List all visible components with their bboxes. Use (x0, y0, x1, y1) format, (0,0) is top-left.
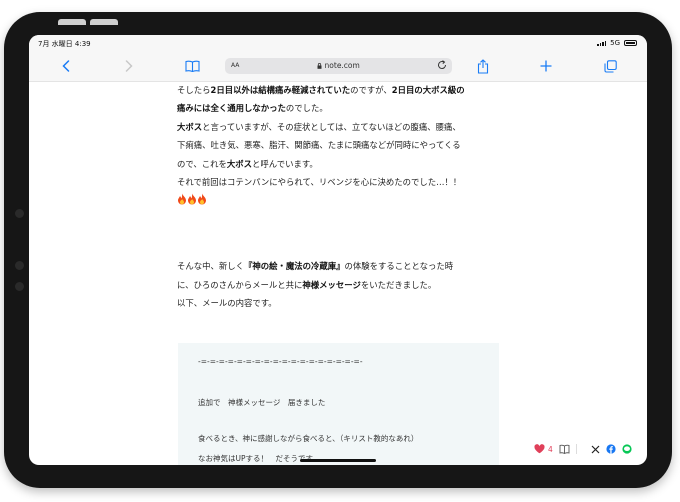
facebook-icon[interactable] (606, 444, 616, 454)
share-row: 4 (534, 444, 632, 454)
home-indicator[interactable] (300, 459, 376, 462)
volume-button (58, 19, 86, 25)
text-run: と呼んでいます。 (252, 158, 318, 169)
book-icon (184, 60, 200, 72)
tabs-icon (603, 59, 617, 73)
x-icon[interactable] (591, 445, 600, 454)
text-run: 下痢痛、吐き気、悪寒、脂汗、関節痛、たまに頭痛などが同時にやってくる (177, 140, 461, 151)
sensor-dot (15, 282, 24, 291)
signal-icon (597, 40, 607, 46)
fire-emoji-row (177, 191, 507, 207)
browser-toolbar: AA note.com (29, 51, 647, 82)
text-run: をいただきました。 (360, 279, 437, 290)
text-run: ので、これを (177, 158, 227, 169)
fire-icon (198, 193, 206, 205)
divider (575, 444, 585, 454)
url-display: note.com (225, 61, 452, 70)
article-line: それで前回はコテンパンにやられて、リベンジを心に決めたのでした…！！ (177, 173, 507, 191)
heart-icon[interactable] (534, 444, 545, 454)
article-line: 大ボスと言っていますが、その症状としては、立てないほどの腹痛、腰痛、 (177, 118, 507, 136)
bold-text: 痛みには全く通用しなかった (177, 103, 286, 114)
article-line: 痛みには全く通用しなかったのでした。 (177, 99, 507, 117)
article-line: 以下、メールの内容です。 (177, 294, 507, 312)
chevron-left-icon (62, 60, 70, 72)
address-bar[interactable]: AA note.com (225, 58, 452, 74)
status-time: 7月 水曜日 4:39 (38, 40, 91, 48)
bold-text: 大ボス (177, 121, 203, 132)
url-text: note.com (324, 61, 360, 70)
text-run: それで前回はコテンパンにやられて、リベンジを心に決めたのでした…！！ (177, 177, 462, 188)
text-run: そんな中、新しく (177, 261, 244, 272)
new-tab-button[interactable] (537, 57, 555, 75)
quote-line: なお神気はUPする！ だそうです (198, 454, 314, 463)
forward-button[interactable] (120, 57, 138, 75)
screen: 7月 水曜日 4:39 5G AA note.com そしたら2日目以外は結構痛… (29, 35, 647, 465)
magazine-icon[interactable] (559, 444, 570, 454)
share-button[interactable] (474, 57, 492, 75)
reload-button[interactable] (436, 59, 448, 73)
quote-line: 追加で 神様メッセージ 届きました (198, 398, 326, 407)
quote-line: 食べるとき、神に感謝しながら食べると、（キリスト教的なあれ） (198, 434, 419, 443)
article-line: ので、これを大ボスと呼んでいます。 (177, 155, 507, 173)
volume-button (90, 19, 118, 25)
like-count: 4 (548, 444, 553, 454)
text-run: に、ひろのさんからメールと共に (177, 279, 303, 290)
quote-divider: -=-=-=-=-=-=-=-=-=-=-=-=-=-=-=-=-=-=- (198, 357, 363, 366)
article-paragraph: そしたら2日目以外は結構痛み軽減されていたのですが、2日目の大ボス級の 痛みには全… (177, 81, 507, 191)
plus-icon (540, 60, 552, 72)
fire-icon (178, 193, 186, 205)
reload-icon (438, 60, 446, 69)
status-right: 5G (597, 39, 637, 47)
fire-icon (188, 193, 196, 205)
article-paragraph: そんな中、新しく『神の絵・魔法の冷蔵庫』の体験をすることとなった時 に、ひろのさん… (177, 257, 507, 312)
bold-text: 『神の絵・魔法の冷蔵庫』 (244, 261, 345, 272)
bold-text: 大ボス (226, 158, 253, 169)
article-body: そしたら2日目以外は結構痛み軽減されていたのですが、2日目の大ボス級の 痛みには全… (177, 81, 507, 313)
camera-dot (15, 209, 24, 218)
article-line: 下痢痛、吐き気、悪寒、脂汗、関節痛、たまに頭痛などが同時にやってくる (177, 136, 507, 154)
bold-text: 2日目の大ボス級の (391, 85, 465, 95)
text-run: の体験をすることとなった時 (344, 261, 454, 272)
quote-block: -=-=-=-=-=-=-=-=-=-=-=-=-=-=-=-=-=-=- 追加… (178, 343, 499, 465)
text-run: のでした。 (285, 103, 328, 114)
battery-icon (624, 40, 637, 46)
network-type: 5G (610, 39, 620, 47)
bold-text: 2日目以外は結構痛み軽減されていた (210, 85, 351, 95)
article-line: そんな中、新しく『神の絵・魔法の冷蔵庫』の体験をすることとなった時 (177, 257, 507, 275)
bookmarks-button[interactable] (183, 57, 201, 75)
chevron-right-icon (125, 60, 133, 72)
sensor-dot (15, 261, 24, 270)
share-icon (477, 58, 489, 74)
text-run: 以下、メールの内容です。 (177, 298, 277, 309)
line-icon[interactable] (622, 444, 632, 454)
article-line: そしたら2日目以外は結構痛み軽減されていたのですが、2日目の大ボス級の (177, 81, 507, 99)
status-bar: 7月 水曜日 4:39 5G (29, 35, 647, 51)
tabs-button[interactable] (601, 57, 619, 75)
text-run: のですが、 (350, 85, 392, 95)
text-run: そしたら (177, 85, 211, 95)
lock-icon (317, 62, 322, 69)
bold-text: 神様メッセージ (302, 279, 361, 290)
article-line: に、ひろのさんからメールと共に神様メッセージをいただきました。 (177, 276, 507, 294)
text-run: と言っていますが、その症状としては、立てないほどの腹痛、腰痛、 (202, 121, 461, 132)
back-button[interactable] (57, 57, 75, 75)
